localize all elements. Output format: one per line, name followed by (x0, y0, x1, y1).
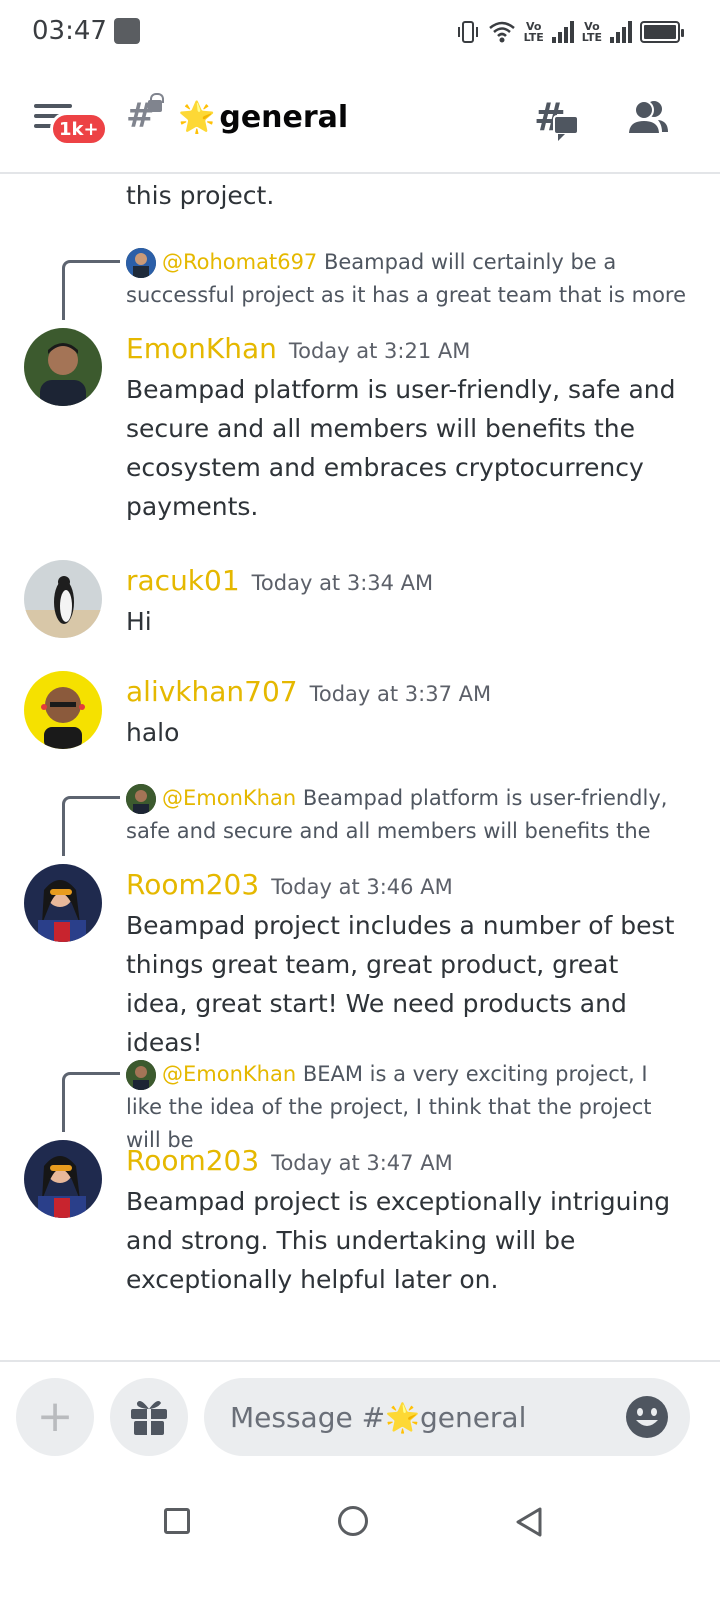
channel-title[interactable]: 🌟 general (178, 100, 348, 135)
vibrate-icon (457, 21, 478, 43)
channel-emoji: 🌟 (178, 100, 216, 135)
message-body: halo (126, 718, 180, 747)
username[interactable]: Room203 (126, 868, 259, 901)
app-notification-icon (114, 18, 140, 44)
network-type-1: Vo LTE (523, 20, 544, 44)
signal-icon-1 (551, 21, 574, 43)
channel-name: general (219, 100, 349, 135)
status-bar: 03:47 Vo LTE Vo LTE (0, 0, 720, 66)
username[interactable]: EmonKhan (126, 332, 277, 365)
reply-preview[interactable]: @EmonKhan Beampad platform is user-frien… (126, 782, 686, 848)
message-body: Hi (126, 607, 152, 636)
reply-avatar (126, 1060, 156, 1090)
avatar[interactable] (24, 1140, 102, 1218)
notification-badge: 1k+ (50, 112, 108, 146)
reply-connector (62, 1072, 120, 1132)
emoji-icon[interactable] (626, 1396, 668, 1438)
recent-apps-button[interactable] (164, 1508, 190, 1534)
timestamp: Today at 3:34 AM (251, 571, 434, 595)
plus-icon: + (36, 1391, 74, 1442)
add-attachment-button[interactable]: + (16, 1378, 94, 1456)
message-list[interactable]: this project. @Rohomat697 Beampad will c… (0, 176, 720, 1360)
timestamp: Today at 3:46 AM (271, 875, 453, 899)
message-header: alivkhan707 Today at 3:37 AM (126, 675, 491, 708)
message-input-placeholder: Message #🌟general (230, 1400, 527, 1434)
reply-connector (62, 796, 120, 856)
username[interactable]: racuk01 (126, 564, 240, 597)
message-composer: + Message #🌟general (0, 1360, 720, 1476)
message-body: Beampad project includes a number of bes… (126, 911, 675, 1057)
timestamp: Today at 3:37 AM (309, 682, 492, 706)
username[interactable]: alivkhan707 (126, 675, 298, 708)
avatar[interactable] (24, 328, 102, 406)
home-button[interactable] (338, 1506, 368, 1536)
system-navigation-bar (0, 1476, 720, 1600)
message-body: Beampad project is exceptionally intrigu… (126, 1187, 671, 1294)
back-button[interactable] (514, 1506, 544, 1538)
avatar[interactable] (24, 864, 102, 942)
status-time: 03:47 (32, 16, 107, 46)
message-header: Room203 Today at 3:46 AM (126, 868, 453, 901)
gift-icon (131, 1401, 167, 1435)
members-icon[interactable] (626, 98, 670, 138)
timestamp: Today at 3:21 AM (288, 339, 471, 363)
reply-avatar (126, 784, 156, 814)
message-header: racuk01 Today at 3:34 AM (126, 564, 433, 597)
reply-mention: @EmonKhan (162, 786, 297, 810)
signal-icon-2 (610, 21, 632, 43)
gift-button[interactable] (110, 1378, 188, 1456)
reply-mention: @Rohomat697 (162, 250, 318, 274)
message-header: EmonKhan Today at 3:21 AM (126, 332, 470, 365)
message-header: Room203 Today at 3:47 AM (126, 1144, 453, 1177)
network-type-2: Vo LTE (581, 20, 602, 44)
reply-preview[interactable]: @EmonKhan BEAM is a very exciting projec… (126, 1058, 686, 1157)
username[interactable]: Room203 (126, 1144, 259, 1177)
reply-mention: @EmonKhan (162, 1062, 297, 1086)
battery-icon (640, 21, 684, 43)
wifi-icon (488, 21, 515, 43)
avatar[interactable] (24, 671, 102, 749)
lock-icon (148, 93, 164, 112)
avatar[interactable] (24, 560, 102, 638)
message-body: Beampad platform is user-friendly, safe … (126, 375, 676, 521)
reply-preview[interactable]: @Rohomat697 Beampad will certainly be a … (126, 246, 686, 312)
reply-connector (62, 260, 120, 320)
reply-avatar (126, 248, 156, 278)
threads-icon[interactable]: # (534, 96, 580, 142)
status-icons: Vo LTE Vo LTE (456, 16, 684, 48)
message-input[interactable]: Message #🌟general (204, 1378, 690, 1456)
channel-header: 1k+ # 🌟 general # (0, 66, 720, 174)
message-fragment: this project. (126, 181, 275, 210)
timestamp: Today at 3:47 AM (271, 1151, 453, 1175)
